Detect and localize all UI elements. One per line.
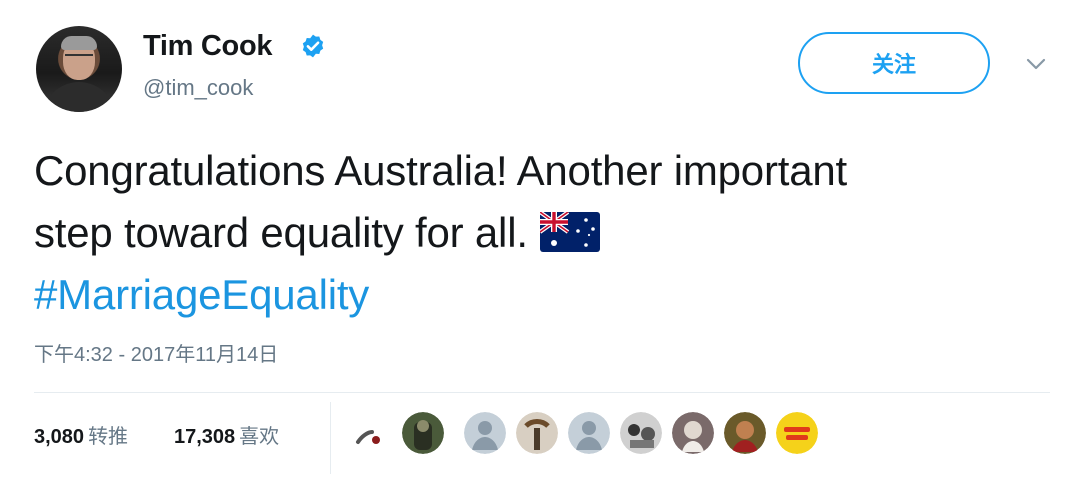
tweet-text: Congratulations Australia! Another impor… [34,140,1054,326]
likes-stat[interactable]: 17,308 喜欢 [174,420,279,449]
chevron-down-icon[interactable] [1026,57,1046,71]
australia-flag-icon [539,211,600,252]
liker-avatar-3[interactable] [464,412,506,454]
verified-badge-icon [302,34,324,58]
retweets-count: 3,080 [34,426,85,448]
liker-avatar-4[interactable] [516,412,558,454]
liker-avatar-9[interactable] [776,412,818,454]
user-avatar[interactable] [36,26,122,112]
display-name[interactable]: Tim Cook [143,30,273,63]
liker-avatar-8[interactable] [724,412,766,454]
username[interactable]: @tim_cook [143,75,253,101]
avatar-shoulders [42,82,116,112]
tweet-line-1: Congratulations Australia! Another impor… [34,147,848,194]
liker-avatar-5[interactable] [568,412,610,454]
tweet-card: Tim Cook @tim_cook 关注 Congratulations Au… [0,0,1080,488]
liker-avatar-2[interactable] [402,412,444,454]
stats-divider [330,402,331,474]
hashtag-link[interactable]: #MarriageEquality [34,264,1054,326]
tweet-line-2: step toward equality for all. [34,202,1054,264]
liker-avatar-7[interactable] [672,412,714,454]
tweet-line-2-text: step toward equality for all. [34,209,528,256]
liker-avatar-6[interactable] [620,412,662,454]
divider [34,392,1050,393]
tweet-timestamp[interactable]: 下午4:32 - 2017年11月14日 [34,338,278,367]
likes-count: 17,308 [174,426,236,448]
avatar-hair [61,36,97,50]
avatar-glasses [65,54,93,60]
liker-avatar-1[interactable] [350,412,392,454]
retweets-stat[interactable]: 3,080 转推 [34,420,128,449]
likes-label: 喜欢 [239,426,280,448]
retweets-label: 转推 [88,426,129,448]
follow-button[interactable]: 关注 [798,32,990,94]
